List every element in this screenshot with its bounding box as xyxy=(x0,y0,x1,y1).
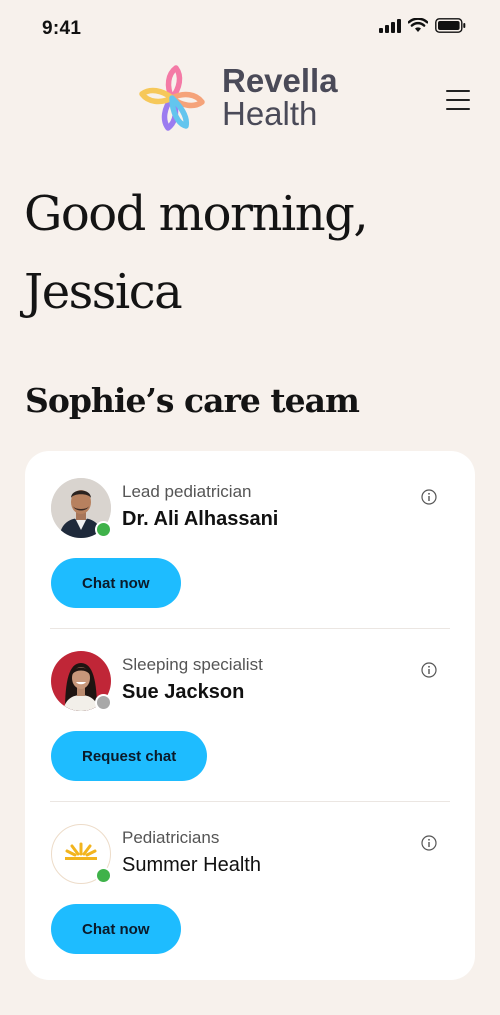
brand-logo[interactable]: Revella Health xyxy=(136,62,346,134)
brand-name-line1: Revella xyxy=(222,62,338,99)
care-team-member: Lead pediatrician Dr. Ali Alhassani Chat… xyxy=(25,451,475,629)
online-status-dot xyxy=(95,867,112,884)
logo-mark-icon xyxy=(139,65,205,131)
greeting-name: Jessica xyxy=(24,264,183,320)
chat-now-button[interactable]: Chat now xyxy=(51,558,181,608)
member-role: Pediatricians xyxy=(122,828,220,847)
menu-icon[interactable] xyxy=(446,90,472,112)
member-name: Sue Jackson xyxy=(122,681,245,703)
greeting-heading: Good morning, Jessica xyxy=(24,175,484,331)
battery-icon xyxy=(435,18,466,33)
member-role: Lead pediatrician xyxy=(122,482,252,501)
info-icon[interactable] xyxy=(421,489,437,505)
status-time: 9:41 xyxy=(42,18,82,39)
chat-now-button[interactable]: Chat now xyxy=(51,904,181,954)
wifi-icon xyxy=(408,18,428,32)
app-header: Revella Health xyxy=(0,60,500,140)
care-team-member: Pediatricians Summer Health Chat now xyxy=(25,797,475,970)
info-icon[interactable] xyxy=(421,662,437,678)
online-status-dot xyxy=(95,521,112,538)
care-team-card: Lead pediatrician Dr. Ali Alhassani Chat… xyxy=(25,451,475,980)
care-team-member: Sleeping specialist Sue Jackson Request … xyxy=(25,624,475,802)
brand-name: Revella Health xyxy=(222,64,338,130)
away-status-dot xyxy=(95,694,112,711)
status-bar: 9:41 xyxy=(0,0,500,56)
status-icons xyxy=(379,18,466,33)
member-name: Summer Health xyxy=(122,854,261,876)
info-icon[interactable] xyxy=(421,835,437,851)
member-role: Sleeping specialist xyxy=(122,655,263,674)
member-name: Dr. Ali Alhassani xyxy=(122,508,279,530)
request-chat-button[interactable]: Request chat xyxy=(51,731,208,781)
care-team-title: Sophie’s care team xyxy=(25,381,360,420)
brand-name-line2: Health xyxy=(222,95,318,132)
signal-icon xyxy=(379,18,401,33)
greeting-line1: Good morning, xyxy=(24,186,369,242)
